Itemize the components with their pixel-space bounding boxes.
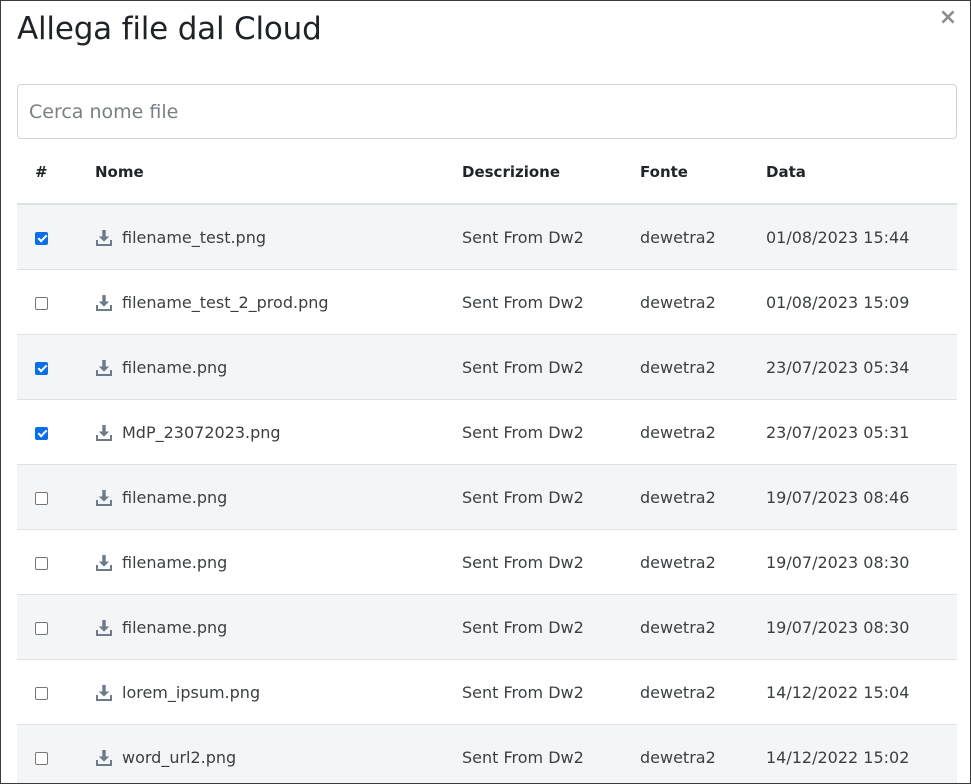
row-checkbox[interactable]: [35, 686, 48, 700]
file-source: dewetra2: [640, 659, 766, 725]
row-checkbox[interactable]: [35, 751, 48, 765]
file-name: filename_test.png: [122, 228, 267, 247]
file-source: dewetra2: [640, 464, 766, 530]
cell-name: filename_test.png: [95, 203, 462, 270]
file-name: filename.png: [122, 553, 228, 572]
cell-name: filename.png: [95, 334, 462, 400]
files-table: # Nome Descrizione Fonte Data filename_t…: [17, 141, 957, 783]
file-source: dewetra2: [640, 269, 766, 335]
cell-name: lorem_ipsum.png: [95, 659, 462, 725]
file-source: dewetra2: [640, 334, 766, 400]
download-icon[interactable]: [95, 619, 113, 637]
table-row[interactable]: MdP_23072023.png Sent From Dw2 dewetra2 23/…: [17, 399, 957, 465]
file-name: MdP_23072023.png: [122, 423, 281, 442]
file-name: filename_test_2_prod.png: [122, 293, 329, 312]
file-name: filename.png: [122, 618, 228, 637]
file-source: dewetra2: [640, 203, 766, 270]
file-name: word_url2.png: [122, 748, 237, 767]
file-date: 23/07/2023 05:31: [766, 399, 957, 465]
cloud-attach-modal: Allega file dal Cloud × # Nome Descrizio…: [0, 0, 971, 784]
file-description: Sent From Dw2: [462, 659, 640, 725]
file-source: dewetra2: [640, 594, 766, 660]
row-checkbox[interactable]: [35, 491, 48, 505]
cell-select: [17, 203, 95, 270]
file-date: 01/08/2023 15:09: [766, 269, 957, 335]
file-description: Sent From Dw2: [462, 203, 640, 270]
cell-select: [17, 464, 95, 530]
close-icon[interactable]: ×: [938, 7, 958, 29]
file-description: Sent From Dw2: [462, 724, 640, 783]
file-description: Sent From Dw2: [462, 594, 640, 660]
download-icon[interactable]: [95, 489, 113, 507]
file-name: filename.png: [122, 488, 228, 507]
header-name[interactable]: Nome: [95, 141, 462, 205]
files-table-container: # Nome Descrizione Fonte Data filename_t…: [17, 141, 957, 783]
table-body: filename_test.png Sent From Dw2 dewetra2 01…: [17, 203, 957, 783]
file-description: Sent From Dw2: [462, 269, 640, 335]
cell-select: [17, 334, 95, 400]
file-source: dewetra2: [640, 399, 766, 465]
table-row[interactable]: filename.png Sent From Dw2 dewetra2 19/07/2…: [17, 594, 957, 660]
header-date[interactable]: Data: [766, 141, 957, 205]
cell-select: [17, 594, 95, 660]
file-description: Sent From Dw2: [462, 464, 640, 530]
table-header-row: # Nome Descrizione Fonte Data: [17, 141, 957, 205]
download-icon[interactable]: [95, 294, 113, 312]
row-checkbox[interactable]: [35, 231, 48, 245]
file-name: filename.png: [122, 358, 228, 377]
download-icon[interactable]: [95, 229, 113, 247]
table-row[interactable]: filename.png Sent From Dw2 dewetra2 19/07/2…: [17, 529, 957, 595]
cell-select: [17, 269, 95, 335]
row-checkbox[interactable]: [35, 361, 48, 375]
download-icon[interactable]: [95, 684, 113, 702]
table-row[interactable]: lorem_ipsum.png Sent From Dw2 dewetra2 14/1…: [17, 659, 957, 725]
file-description: Sent From Dw2: [462, 334, 640, 400]
table-header: # Nome Descrizione Fonte Data: [17, 141, 957, 205]
table-row[interactable]: filename_test.png Sent From Dw2 dewetra2 01…: [17, 203, 957, 270]
file-description: Sent From Dw2: [462, 399, 640, 465]
download-icon[interactable]: [95, 554, 113, 572]
row-checkbox[interactable]: [35, 621, 48, 635]
file-date: 23/07/2023 05:34: [766, 334, 957, 400]
download-icon[interactable]: [95, 749, 113, 767]
file-description: Sent From Dw2: [462, 529, 640, 595]
file-name: lorem_ipsum.png: [122, 683, 261, 702]
row-checkbox[interactable]: [35, 296, 48, 310]
cell-name: filename.png: [95, 529, 462, 595]
cell-select: [17, 724, 95, 783]
header-check: #: [17, 141, 95, 205]
table-row[interactable]: filename.png Sent From Dw2 dewetra2 23/07/2…: [17, 334, 957, 400]
table-row[interactable]: filename_test_2_prod.png Sent From Dw2 dew…: [17, 269, 957, 335]
cell-name: filename.png: [95, 464, 462, 530]
file-source: dewetra2: [640, 724, 766, 783]
table-row[interactable]: word_url2.png Sent From Dw2 dewetra2 14/12/…: [17, 724, 957, 783]
table-row[interactable]: filename.png Sent From Dw2 dewetra2 19/07/2…: [17, 464, 957, 530]
file-source: dewetra2: [640, 529, 766, 595]
cell-name: MdP_23072023.png: [95, 399, 462, 465]
cell-name: filename_test_2_prod.png: [95, 269, 462, 335]
header-source[interactable]: Fonte: [640, 141, 766, 205]
file-date: 14/12/2022 15:04: [766, 659, 957, 725]
row-checkbox[interactable]: [35, 426, 48, 440]
cell-name: word_url2.png: [95, 724, 462, 783]
file-date: 14/12/2022 15:02: [766, 724, 957, 783]
search-input[interactable]: [17, 84, 957, 139]
file-date: 19/07/2023 08:46: [766, 464, 957, 530]
header-description[interactable]: Descrizione: [462, 141, 640, 205]
file-date: 19/07/2023 08:30: [766, 594, 957, 660]
file-date: 01/08/2023 15:44: [766, 203, 957, 270]
download-icon[interactable]: [95, 359, 113, 377]
cell-select: [17, 659, 95, 725]
cell-select: [17, 529, 95, 595]
row-checkbox[interactable]: [35, 556, 48, 570]
file-date: 19/07/2023 08:30: [766, 529, 957, 595]
cell-name: filename.png: [95, 594, 462, 660]
search-box: [17, 84, 957, 139]
download-icon[interactable]: [95, 424, 113, 442]
modal-title: Allega file dal Cloud: [17, 11, 322, 47]
cell-select: [17, 399, 95, 465]
